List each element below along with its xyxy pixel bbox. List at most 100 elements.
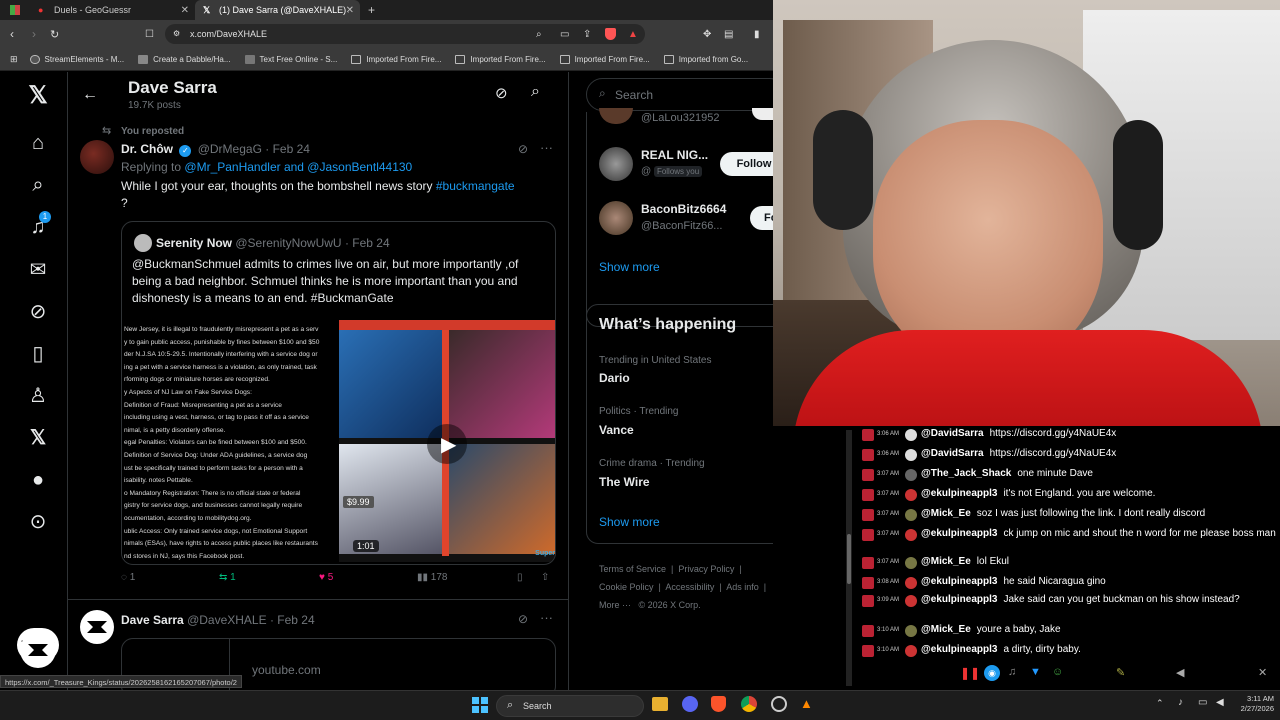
chat-username[interactable]: @ekulpineappl3 bbox=[921, 644, 997, 655]
follow-button[interactable]: Follow bbox=[720, 152, 773, 176]
share-icon[interactable]: ⇪ bbox=[583, 29, 591, 40]
highlight-icon[interactable]: ✎ bbox=[1116, 666, 1125, 679]
back-icon[interactable]: ‹ bbox=[10, 27, 14, 41]
cast-icon[interactable]: ▭ bbox=[560, 29, 569, 40]
grok-icon[interactable]: ⊘ bbox=[24, 298, 52, 326]
extensions-icon[interactable]: ✥ bbox=[703, 29, 711, 40]
follow-button[interactable]: Fo bbox=[750, 206, 773, 230]
chat-message[interactable]: 3:06 AM @DavidSarra https://discord.gg/y4N… bbox=[856, 448, 1280, 461]
views-button[interactable]: ▮▮ 178 bbox=[417, 572, 447, 583]
chat-username[interactable]: @Mick_Ee bbox=[921, 624, 971, 635]
quoted-tweet[interactable]: Serenity Now @SerenityNowUwU · Feb 24 @B… bbox=[121, 221, 556, 565]
taskbar-clock[interactable]: 3:11 AM 2/27/2026 bbox=[1232, 694, 1274, 714]
bookmark-button[interactable]: ▯ bbox=[517, 572, 523, 583]
panel-icon[interactable]: ▮ bbox=[754, 29, 760, 40]
chrome-icon[interactable] bbox=[741, 696, 757, 712]
back-arrow-icon[interactable]: ← bbox=[82, 86, 98, 104]
chat-username[interactable]: @DavidSarra bbox=[921, 428, 984, 439]
zoom-icon[interactable]: ⌕ bbox=[536, 29, 542, 40]
footer-link[interactable]: Terms of Service bbox=[599, 564, 666, 574]
search-box[interactable]: ⌕ Search bbox=[586, 78, 773, 111]
chat-message[interactable]: 3:10 AM @Mick_Ee youre a baby, Jake bbox=[856, 624, 1280, 637]
chat-message[interactable]: 3:06 AM @DavidSarra https://discord.gg/y4N… bbox=[856, 428, 1280, 441]
bookmark-folder[interactable]: Imported From Fire... bbox=[455, 54, 546, 64]
bookmarks-icon[interactable]: ▯ bbox=[24, 340, 52, 368]
bookmark-folder[interactable]: Imported From Fire... bbox=[559, 54, 650, 64]
microphone-icon[interactable]: ♪ bbox=[1178, 697, 1183, 708]
footer-link[interactable]: Ads info bbox=[726, 582, 759, 592]
new-tab-icon[interactable]: + bbox=[368, 3, 375, 17]
bookmark-item[interactable]: Create a Dabble/Ha... bbox=[138, 54, 231, 64]
play-button[interactable]: ▶ bbox=[427, 424, 467, 464]
reply-button[interactable]: ◌ 1 bbox=[121, 572, 135, 583]
chat-username[interactable]: @The_Jack_Shack bbox=[921, 468, 1011, 479]
chat-username[interactable]: @Mick_Ee bbox=[921, 508, 971, 519]
chat-message[interactable]: 3:07 AM @Mick_Ee lol Ekul bbox=[856, 556, 1280, 569]
author-handle[interactable]: @DaveXHALE bbox=[187, 613, 267, 627]
more-options-icon[interactable]: ··· bbox=[540, 610, 553, 625]
author-avatar[interactable] bbox=[80, 610, 114, 644]
grok-icon[interactable]: ⊘ bbox=[518, 142, 528, 156]
show-more-link[interactable]: Show more bbox=[599, 515, 660, 529]
bookmark-item[interactable]: Text Free Online - S... bbox=[244, 54, 337, 64]
quote-media-document[interactable]: New Jersey, it is illegal to fraudulentl… bbox=[122, 320, 339, 562]
bookmark-icon[interactable]: ☐ bbox=[145, 29, 154, 40]
user-avatar[interactable] bbox=[599, 147, 633, 181]
chat-message[interactable]: 3:07 AM @ekulpineappl3 it's not England. y… bbox=[856, 488, 1280, 501]
brave-icon[interactable] bbox=[711, 696, 726, 712]
chat-message[interactable]: 3:08 AM @ekulpineappl3 he said Nicaragua g… bbox=[856, 576, 1280, 589]
brave-rewards-icon[interactable]: ▲ bbox=[628, 29, 638, 40]
home-icon[interactable]: ⌂ bbox=[24, 129, 52, 157]
chat-message[interactable]: 3:10 AM @ekulpineappl3 a dirty, dirty baby… bbox=[856, 644, 1280, 657]
messages-icon[interactable]: ✉ bbox=[24, 256, 52, 284]
volume-icon[interactable]: ◀ bbox=[1216, 697, 1224, 708]
tab-geoguessr[interactable]: ● Duels - GeoGuessr ✕ bbox=[30, 0, 195, 20]
bookmark-folder[interactable]: Imported from Go... bbox=[663, 54, 748, 64]
more-icon[interactable]: ⊙ bbox=[24, 508, 52, 536]
share-button[interactable]: ⇧ bbox=[541, 572, 549, 583]
quote-date[interactable]: · Feb 24 bbox=[345, 236, 390, 250]
close-icon[interactable]: ✕ bbox=[346, 5, 354, 16]
repost-button[interactable]: ⇆ 1 bbox=[219, 572, 236, 583]
tweet-date[interactable]: · Feb 24 bbox=[270, 613, 315, 627]
tray-chevron-icon[interactable]: ⌃ bbox=[1156, 698, 1164, 709]
grok-icon[interactable]: ⊘ bbox=[495, 84, 508, 102]
profile-icon[interactable]: ● bbox=[24, 466, 52, 494]
site-info-icon[interactable]: ⚙ bbox=[173, 24, 180, 44]
taskbar-search[interactable]: ⌕ Search bbox=[496, 695, 644, 717]
quote-author-avatar[interactable] bbox=[134, 234, 152, 252]
follow-button-partial[interactable] bbox=[752, 108, 773, 120]
filter-icon[interactable]: ▼ bbox=[1030, 666, 1041, 678]
replying-to-links[interactable]: @Mr_PanHandler and @JasonBentl44130 bbox=[184, 160, 412, 174]
sidebar-icon[interactable]: ▤ bbox=[724, 29, 733, 40]
footer-link[interactable]: Cookie Policy bbox=[599, 582, 654, 592]
start-menu-icon[interactable] bbox=[472, 697, 488, 713]
author-handle[interactable]: @DrMegaG bbox=[198, 142, 262, 156]
user-avatar[interactable] bbox=[599, 201, 633, 235]
discord-icon[interactable] bbox=[682, 696, 698, 712]
emote-icon[interactable]: ☺ bbox=[1052, 666, 1063, 678]
chat-username[interactable]: @ekulpineappl3 bbox=[921, 576, 997, 587]
chat-username[interactable]: @ekulpineappl3 bbox=[921, 594, 997, 605]
user-name[interactable]: REAL NIG... bbox=[641, 148, 708, 162]
chat-message[interactable]: 3:07 AM @ekulpineappl3 ck jump on mic and … bbox=[856, 528, 1280, 541]
file-explorer-icon[interactable] bbox=[652, 697, 668, 711]
footer-link[interactable]: Privacy Policy bbox=[678, 564, 734, 574]
jobs-icon[interactable]: ♙ bbox=[24, 382, 52, 410]
author-avatar[interactable] bbox=[80, 140, 114, 174]
reload-icon[interactable]: ↻ bbox=[50, 28, 59, 41]
user-avatar[interactable] bbox=[599, 108, 633, 124]
forward-icon[interactable]: › bbox=[32, 27, 36, 41]
user-name[interactable]: BaconBitz6664 bbox=[641, 202, 726, 216]
close-icon[interactable]: ✕ bbox=[181, 5, 189, 16]
apps-icon[interactable]: ⊞ bbox=[10, 54, 18, 65]
tweet[interactable]: ⇆ You reposted Dr. Chôw ✓ @DrMegaG · Feb… bbox=[68, 120, 568, 600]
bell-icon[interactable]: ♫ bbox=[1008, 666, 1016, 678]
quote-author-handle[interactable]: @SerenityNowUwU bbox=[235, 236, 341, 250]
tab-actions[interactable] bbox=[0, 0, 30, 20]
bookmark-folder[interactable]: Imported From Fire... bbox=[351, 54, 441, 64]
quote-media-video[interactable]: ▶ $9.99 1:01 Super bbox=[339, 320, 555, 562]
chat-username[interactable]: @DavidSarra bbox=[921, 448, 984, 459]
premium-icon[interactable]: 𝕏 bbox=[24, 424, 52, 452]
show-more-link[interactable]: Show more bbox=[599, 260, 660, 274]
